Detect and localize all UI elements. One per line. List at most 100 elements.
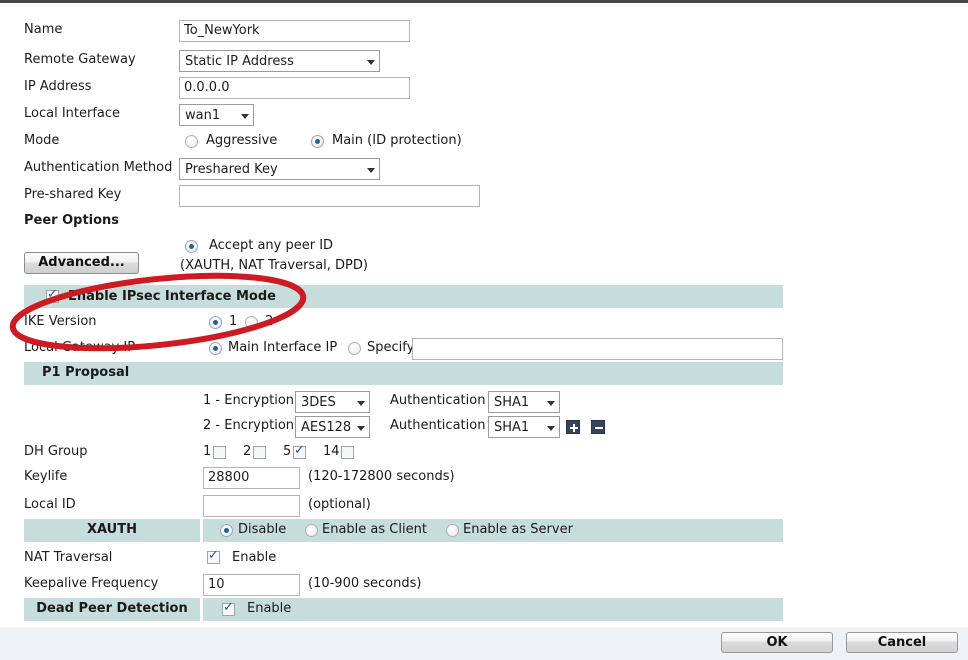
chevron-down-icon	[547, 401, 555, 406]
xauth-client-radio[interactable]	[305, 524, 318, 537]
mode-aggressive-radio[interactable]	[185, 135, 198, 148]
dh-group-2-checkbox[interactable]	[253, 446, 266, 459]
ip-address-input[interactable]: 0.0.0.0	[179, 77, 410, 99]
preshared-key-input[interactable]	[179, 185, 480, 207]
p1-row1-auth-label: Authentication	[390, 393, 486, 408]
dh-group-2-label[interactable]: 2	[243, 444, 251, 459]
row-peer-options: Peer Options	[0, 209, 968, 236]
row-ip-address: IP Address 0.0.0.0	[0, 75, 968, 102]
row-name: Name To_NewYork	[0, 18, 968, 45]
label-local-gateway-ip: Local Gateway IP	[24, 340, 136, 355]
row-ike-version: IKE Version 1 2	[0, 310, 968, 337]
p1-row2-auth-label: Authentication	[390, 418, 486, 433]
row-xauth: Disable Enable as Client Enable as Serve…	[0, 519, 968, 546]
minus-icon[interactable]	[591, 420, 605, 434]
label-auth-method: Authentication Method	[24, 160, 173, 175]
label-remote-gateway: Remote Gateway	[24, 52, 136, 67]
label-local-interface: Local Interface	[24, 106, 121, 121]
row-advanced-note: (XAUTH, NAT Traversal, DPD)	[0, 254, 968, 281]
p1-row1-auth-value: SHA1	[494, 395, 530, 410]
dpd-enable-checkbox[interactable]	[222, 600, 235, 616]
ipsec-phase1-dialog: Name To_NewYork Remote Gateway Static IP…	[0, 0, 968, 660]
label-mode: Mode	[24, 133, 60, 148]
window-top-spacer	[0, 3, 968, 7]
chevron-down-icon	[357, 401, 365, 406]
auth-method-select[interactable]: Preshared Key	[179, 158, 380, 180]
p1-row2-encryption-select[interactable]: AES128	[295, 416, 370, 438]
dpd-enable-label[interactable]: Enable	[247, 601, 291, 616]
p1-proposal-title: P1 Proposal	[42, 365, 130, 380]
local-interface-select[interactable]: wan1	[179, 104, 254, 126]
dh-group-5-label[interactable]: 5	[283, 444, 291, 459]
remote-gateway-select[interactable]: Static IP Address	[179, 50, 380, 72]
xauth-disable-radio[interactable]	[220, 524, 233, 537]
local-id-hint: (optional)	[308, 497, 371, 512]
chevron-down-icon	[367, 60, 375, 65]
p1-row2-encryption-value: AES128	[301, 420, 352, 435]
nat-traversal-enable-label[interactable]: Enable	[232, 550, 276, 565]
dh-group-14-label[interactable]: 14	[323, 444, 340, 459]
xauth-client-label[interactable]: Enable as Client	[322, 522, 427, 537]
row-local-id: Local ID (optional)	[0, 493, 968, 520]
label-name: Name	[24, 22, 63, 37]
cancel-button[interactable]: Cancel	[846, 632, 958, 653]
row-keylife: Keylife 28800 (120-172800 seconds)	[0, 465, 968, 492]
local-id-input[interactable]	[203, 495, 300, 517]
p1-row2-auth-select[interactable]: SHA1	[488, 416, 560, 438]
row-preshared-key: Pre-shared Key	[0, 183, 968, 210]
p1-row1-index-label: 1 - Encryption	[203, 393, 295, 408]
row-local-gateway-ip: Local Gateway IP Main Interface IP Speci…	[0, 336, 968, 363]
dh-group-5-checkbox[interactable]	[293, 443, 306, 459]
chevron-down-icon	[357, 426, 365, 431]
row-remote-gateway: Remote Gateway Static IP Address	[0, 48, 968, 75]
p1-row1-auth-select[interactable]: SHA1	[488, 391, 560, 413]
nat-traversal-checkbox[interactable]	[207, 548, 220, 564]
ok-button[interactable]: OK	[721, 632, 833, 653]
keylife-hint: (120-172800 seconds)	[308, 469, 455, 484]
chevron-down-icon	[367, 168, 375, 173]
label-local-id: Local ID	[24, 497, 76, 512]
ipsec-interface-mode-checkbox[interactable]	[46, 287, 59, 303]
plus-icon[interactable]	[566, 420, 580, 434]
mode-main-radio[interactable]	[311, 135, 324, 148]
row-local-interface: Local Interface wan1	[0, 102, 968, 129]
local-gateway-specify-radio[interactable]	[348, 342, 361, 355]
row-mode: Mode Aggressive Main (ID protection)	[0, 129, 968, 156]
local-gateway-main-label[interactable]: Main Interface IP	[228, 340, 337, 355]
ike-version-1-label[interactable]: 1	[229, 314, 237, 329]
p1-row1-encryption-select[interactable]: 3DES	[295, 391, 370, 413]
local-gateway-main-radio[interactable]	[209, 342, 222, 355]
advanced-note: (XAUTH, NAT Traversal, DPD)	[180, 258, 368, 273]
label-nat-traversal: NAT Traversal	[24, 550, 113, 565]
name-input[interactable]: To_NewYork	[179, 20, 410, 42]
keylife-input[interactable]: 28800	[203, 467, 300, 489]
row-p1-proposal-2: 2 - Encryption AES128 Authentication SHA…	[0, 414, 968, 441]
dh-group-14-checkbox[interactable]	[341, 446, 354, 459]
dh-group-1-label[interactable]: 1	[203, 444, 211, 459]
mode-aggressive-label[interactable]: Aggressive	[206, 133, 277, 148]
ike-version-1-radio[interactable]	[209, 316, 222, 329]
p1-row1-encryption-value: 3DES	[301, 395, 336, 410]
ipsec-interface-mode-label[interactable]: Enable IPsec Interface Mode	[68, 289, 276, 304]
label-dh-group: DH Group	[24, 444, 88, 459]
auth-method-value: Preshared Key	[185, 162, 278, 177]
accept-any-peer-id-radio[interactable]	[185, 240, 198, 253]
xauth-server-radio[interactable]	[446, 524, 459, 537]
row-auth-method: Authentication Method Preshared Key	[0, 156, 968, 183]
label-preshared-key: Pre-shared Key	[24, 187, 122, 202]
chevron-down-icon	[241, 114, 249, 119]
ike-version-2-label[interactable]: 2	[265, 314, 273, 329]
row-p1-proposal-1: 1 - Encryption 3DES Authentication SHA1	[0, 389, 968, 416]
accept-any-peer-id-label[interactable]: Accept any peer ID	[209, 238, 333, 253]
p1-row2-auth-value: SHA1	[494, 420, 530, 435]
dh-group-1-checkbox[interactable]	[213, 446, 226, 459]
keepalive-input[interactable]: 10	[203, 574, 300, 596]
p1-row2-index-label: 2 - Encryption	[203, 418, 295, 433]
mode-main-label[interactable]: Main (ID protection)	[332, 133, 462, 148]
local-gateway-specify-label[interactable]: Specify	[367, 340, 414, 355]
row-ipsec-interface-mode: Enable IPsec Interface Mode	[0, 285, 968, 312]
xauth-disable-label[interactable]: Disable	[238, 522, 286, 537]
xauth-server-label[interactable]: Enable as Server	[463, 522, 573, 537]
local-gateway-specify-input[interactable]	[412, 338, 783, 360]
ike-version-2-radio[interactable]	[245, 316, 258, 329]
